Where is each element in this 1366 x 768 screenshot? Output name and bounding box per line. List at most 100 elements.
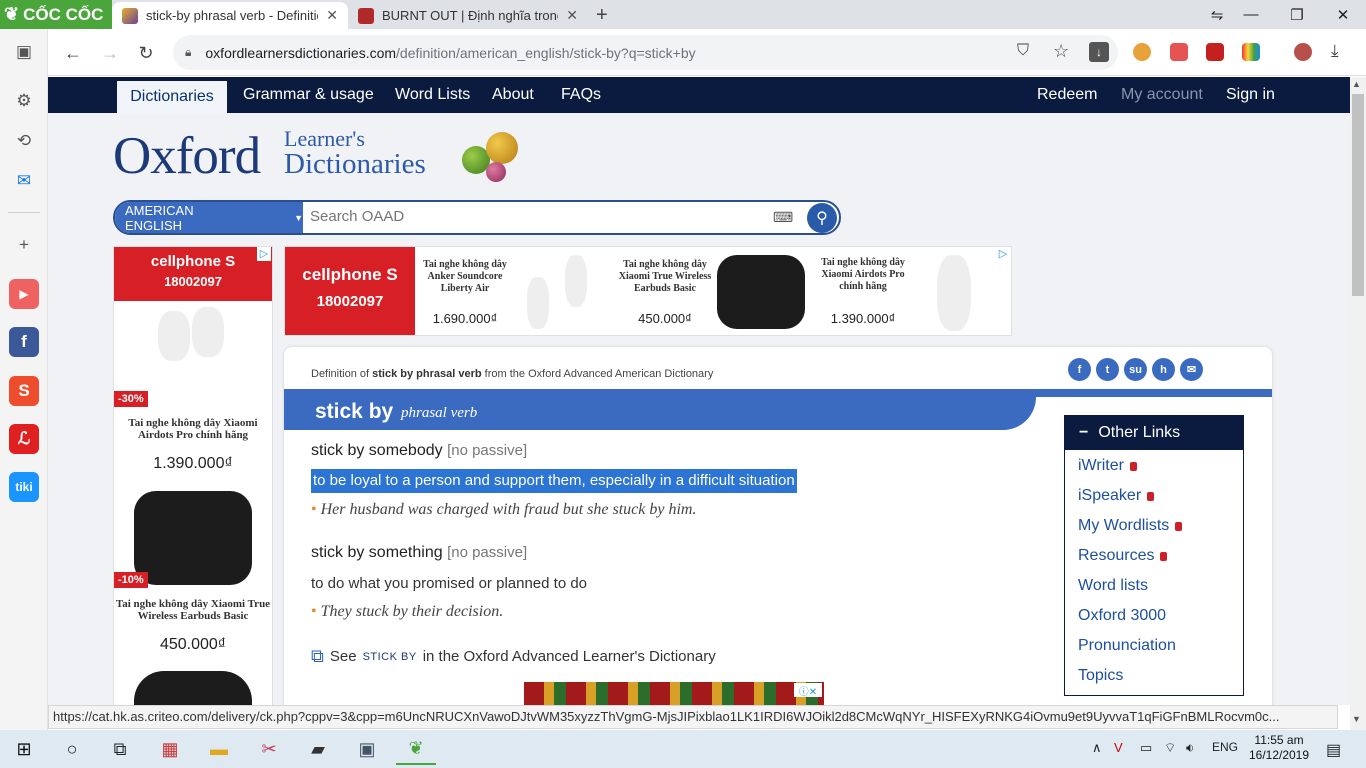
- lock-icon: [1129, 461, 1137, 471]
- tab-title: BURNT OUT | Định nghĩa trong Từ: [382, 8, 558, 23]
- extension-refresh-icon[interactable]: [1206, 43, 1224, 61]
- dictionary-select-label: AMERICAN ENGLISH: [125, 202, 194, 233]
- language-indicator[interactable]: ENG: [1212, 740, 1238, 754]
- twitter-share-icon[interactable]: t: [1096, 358, 1119, 381]
- link-oxford-3000[interactable]: Oxford 3000: [1078, 607, 1166, 625]
- taskbar-clock[interactable]: 11:55 am 16/12/2019: [1246, 733, 1312, 763]
- battery-icon[interactable]: ▭: [1140, 740, 1152, 756]
- url-bar[interactable]: 🔒︎ oxfordlearnersdictionaries.com/defini…: [173, 35, 1118, 70]
- nav-sign-in[interactable]: Sign in: [1226, 77, 1275, 113]
- coccoc-menu-button[interactable]: ❦ CỐC CỐC: [0, 0, 112, 29]
- link-iwriter[interactable]: iWriter: [1078, 457, 1137, 475]
- profile-avatar[interactable]: [1294, 43, 1312, 61]
- keyboard-icon[interactable]: ⌨: [773, 209, 793, 225]
- link-word-lists[interactable]: Word lists: [1078, 577, 1148, 595]
- facebook-icon[interactable]: f: [9, 327, 39, 357]
- facebook-share-icon[interactable]: f: [1068, 358, 1091, 381]
- nav-grammar-usage[interactable]: Grammar & usage: [243, 77, 374, 113]
- reload-button[interactable]: ↻: [133, 40, 159, 66]
- nav-redeem[interactable]: Redeem: [1037, 77, 1097, 113]
- tab-stick-by[interactable]: stick-by phrasal verb - Definition, p ✕: [112, 2, 348, 29]
- see-word[interactable]: STICK BY: [363, 651, 417, 663]
- definition-selected: to be loyal to a person and support them…: [311, 469, 797, 493]
- tab-burnt-out[interactable]: BURNT OUT | Định nghĩa trong Từ ✕: [348, 2, 588, 29]
- history-icon[interactable]: ⟲: [9, 126, 39, 156]
- taskbar-app-icon[interactable]: ▣: [347, 733, 387, 765]
- earbud-case-image: [134, 491, 252, 585]
- adchoices-icon[interactable]: ▷: [996, 247, 1010, 261]
- snipping-tool-icon[interactable]: ✂: [249, 733, 289, 765]
- link-label: Oxford 3000: [1078, 607, 1167, 624]
- cambridge-favicon-icon: [358, 7, 374, 24]
- show-hidden-icons[interactable]: ∧: [1092, 740, 1102, 756]
- grammar-label: [no passive]: [447, 544, 528, 561]
- close-tab-icon[interactable]: ✕: [566, 7, 578, 24]
- scrollbar-thumb[interactable]: [1352, 94, 1364, 296]
- scroll-up-icon[interactable]: ▲: [1352, 79, 1361, 89]
- ad-close-icon[interactable]: ⓘ✕: [794, 683, 822, 698]
- shield-icon[interactable]: ⛉: [1017, 42, 1029, 60]
- lazada-icon[interactable]: ℒ: [9, 424, 39, 454]
- sidebar-divider: [8, 212, 40, 213]
- search-button[interactable]: ⚲: [807, 203, 837, 233]
- extension-color-icon[interactable]: [1242, 43, 1260, 61]
- add-shortcut-icon[interactable]: +: [9, 230, 39, 260]
- hi5-share-icon[interactable]: h: [1152, 358, 1175, 381]
- other-links-header[interactable]: − Other Links: [1065, 416, 1243, 450]
- tray-app-icon[interactable]: V: [1114, 740, 1123, 755]
- link-my-wordlists[interactable]: My Wordlists: [1078, 517, 1183, 535]
- adchoices-icon[interactable]: ▷: [257, 247, 271, 261]
- back-button[interactable]: ←: [60, 40, 86, 66]
- forward-button[interactable]: →: [97, 40, 123, 66]
- other-links-title: Other Links: [1098, 424, 1181, 441]
- christmas-ad-banner[interactable]: [524, 682, 824, 706]
- sense-phrase-text: stick by something: [311, 544, 443, 561]
- stumbleupon-share-icon[interactable]: su: [1124, 358, 1147, 381]
- notification-icon[interactable]: ▤: [1326, 740, 1341, 760]
- nav-word-lists[interactable]: Word Lists: [395, 77, 470, 113]
- nav-faqs[interactable]: FAQs: [561, 77, 601, 113]
- close-window-button[interactable]: ✕: [1320, 0, 1366, 29]
- coccoc-taskbar-icon[interactable]: ❦: [396, 733, 436, 765]
- volume-icon[interactable]: 🔉︎: [1186, 740, 1194, 756]
- new-tab-button[interactable]: +: [596, 4, 608, 27]
- search-input[interactable]: [310, 208, 760, 225]
- ad-left-banner[interactable]: cellphone S 18002097 -30% Tai nghe không…: [113, 246, 273, 706]
- shopee-icon[interactable]: S: [9, 376, 39, 406]
- wifi-icon[interactable]: ⌔: [1164, 740, 1176, 756]
- maximize-button[interactable]: ❐: [1274, 0, 1320, 29]
- scroll-down-icon[interactable]: ▼: [1352, 714, 1361, 724]
- extension-shield-icon[interactable]: [1170, 43, 1188, 61]
- nav-my-account[interactable]: My account: [1121, 77, 1203, 113]
- settings-gear-icon[interactable]: ⚙: [9, 86, 39, 116]
- link-ispeaker[interactable]: iSpeaker: [1078, 487, 1155, 505]
- nav-dictionaries[interactable]: Dictionaries: [117, 81, 227, 113]
- extension-chrome-icon[interactable]: [1133, 43, 1151, 61]
- search-circle-icon[interactable]: ○: [52, 733, 92, 765]
- download-page-icon[interactable]: ↓: [1089, 42, 1109, 62]
- link-topics[interactable]: Topics: [1078, 667, 1123, 685]
- downloads-icon[interactable]: ⤓: [1331, 41, 1339, 61]
- earbud-image: [937, 255, 971, 331]
- taskbar-app-icon[interactable]: ▦: [150, 733, 190, 765]
- messenger-icon[interactable]: ✉: [9, 166, 39, 196]
- close-tab-icon[interactable]: ✕: [326, 7, 338, 24]
- dictionary-select[interactable]: AMERICAN ENGLISH ▼: [115, 202, 303, 233]
- see-also-link[interactable]: ⧉ See STICK BY in the Oxford Advanced Le…: [311, 646, 716, 667]
- sidebar-toggle-icon[interactable]: ▣: [9, 37, 39, 67]
- task-view-icon[interactable]: ⧉: [100, 733, 140, 765]
- status-url-bar: https://cat.hk.as.criteo.com/delivery/ck…: [48, 705, 1338, 729]
- minimize-button[interactable]: —: [1228, 0, 1274, 29]
- ad-top-banner[interactable]: cellphone S 18002097 Tai nghe không dây …: [284, 246, 1012, 336]
- nav-about[interactable]: About: [492, 77, 534, 113]
- windows-start-icon[interactable]: ⊞: [4, 733, 44, 765]
- file-explorer-icon[interactable]: ▬: [199, 733, 239, 765]
- youtube-icon[interactable]: ▶: [9, 279, 39, 309]
- tiki-icon[interactable]: tiki: [9, 472, 39, 502]
- link-pronunciation[interactable]: Pronunciation: [1078, 637, 1176, 655]
- email-share-icon[interactable]: ✉: [1180, 358, 1203, 381]
- sticky-notes-icon[interactable]: ▰: [298, 733, 338, 765]
- link-resources[interactable]: Resources: [1078, 547, 1168, 565]
- bookmark-star-icon[interactable]: ☆: [1053, 41, 1069, 62]
- logo-oxford[interactable]: Oxford: [113, 126, 261, 186]
